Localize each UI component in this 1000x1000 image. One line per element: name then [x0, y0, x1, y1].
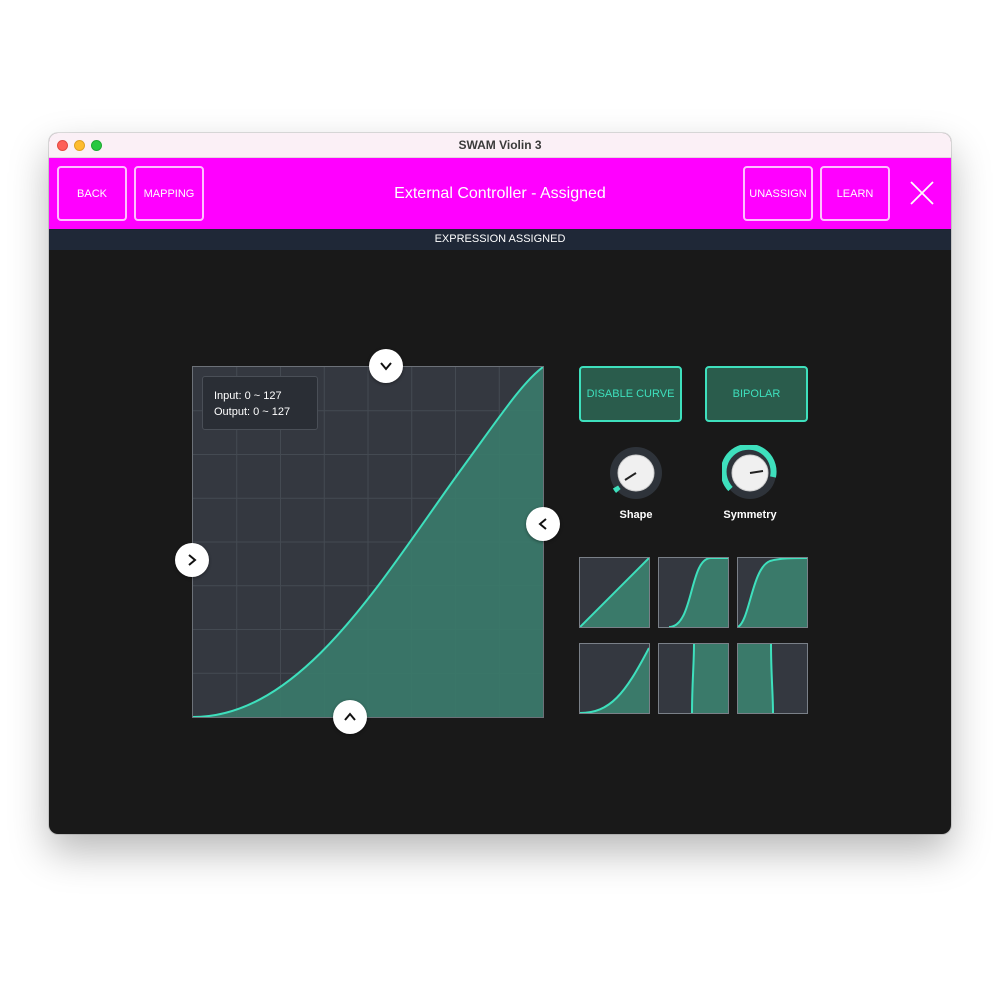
mapping-button[interactable]: MAPPING [134, 166, 204, 221]
window-close-dot[interactable] [57, 140, 68, 151]
chevron-up-icon [344, 712, 356, 721]
header-bar: BACK MAPPING External Controller - Assig… [49, 158, 951, 229]
chevron-down-icon [380, 362, 392, 371]
preset-inverse-step-curve[interactable] [737, 643, 808, 714]
chevron-left-icon [538, 518, 547, 530]
exp-curve-icon [580, 647, 649, 713]
top-handle-button[interactable] [369, 349, 403, 383]
preset-step-curve[interactable] [658, 643, 729, 714]
learn-button[interactable]: LEARN [820, 166, 890, 221]
page-title: External Controller - Assigned [394, 185, 606, 202]
disable-curve-button[interactable]: DISABLE CURVE [579, 366, 682, 422]
step-curve-icon [691, 644, 728, 713]
back-button[interactable]: BACK [57, 166, 127, 221]
app-window: SWAM Violin 3 BACK MAPPING External Cont… [49, 133, 951, 834]
preset-log-curve[interactable] [737, 557, 808, 628]
status-bar: EXPRESSION ASSIGNED [49, 229, 951, 250]
window-maximize-dot[interactable] [91, 140, 102, 151]
preset-s-curve[interactable] [658, 557, 729, 628]
linear-curve-icon [580, 558, 649, 627]
shape-label: Shape [619, 509, 653, 521]
output-range-text: Output: 0 ~ 127 [214, 406, 291, 418]
bipolar-button[interactable]: BIPOLAR [705, 366, 808, 422]
inverse-step-curve-icon [738, 644, 774, 713]
preset-linear[interactable] [579, 557, 650, 628]
title-bar[interactable]: SWAM Violin 3 [49, 133, 951, 158]
left-handle-button[interactable] [175, 543, 209, 577]
symmetry-label: Symmetry [723, 509, 777, 521]
unassign-button[interactable]: UNASSIGN [743, 166, 813, 221]
bottom-handle-button[interactable] [333, 700, 367, 734]
input-range-text: Input: 0 ~ 127 [214, 390, 282, 402]
shape-knob[interactable] [608, 445, 664, 501]
preset-exp-curve[interactable] [579, 643, 650, 714]
chevron-right-icon [188, 554, 197, 566]
window-minimize-dot[interactable] [74, 140, 85, 151]
log-curve-icon [738, 558, 807, 627]
right-handle-button[interactable] [526, 507, 560, 541]
curve-graph[interactable]: Input: 0 ~ 127 Output: 0 ~ 127 [192, 366, 544, 718]
window-title: SWAM Violin 3 [458, 138, 542, 152]
symmetry-knob[interactable] [722, 445, 778, 501]
range-info-box: Input: 0 ~ 127 Output: 0 ~ 127 [202, 376, 318, 430]
close-icon[interactable] [909, 180, 935, 206]
s-curve-icon [668, 558, 728, 627]
